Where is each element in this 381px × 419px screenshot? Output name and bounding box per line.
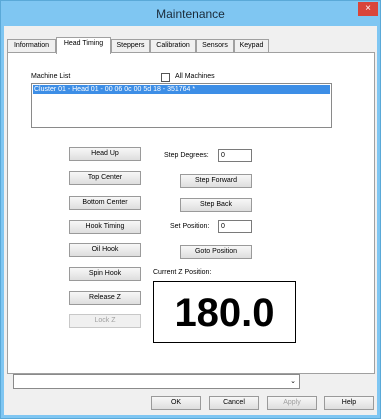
current-z-position-value: 180.0 <box>174 291 275 335</box>
all-machines-label: All Machines <box>175 73 215 80</box>
step-forward-button[interactable]: Step Forward <box>180 174 252 188</box>
cancel-button[interactable]: Cancel <box>209 396 259 410</box>
set-position-label: Set Position: <box>170 223 210 230</box>
machine-select-dropdown[interactable]: ⌄ <box>13 374 300 389</box>
maintenance-window: Maintenance × Information Head Timing St… <box>0 0 381 419</box>
dialog-client-area: Information Head Timing Steppers Calibra… <box>4 26 377 415</box>
all-machines-checkbox[interactable] <box>161 73 170 82</box>
current-z-position-display: 180.0 <box>153 281 296 343</box>
tab-steppers[interactable]: Steppers <box>111 39 150 53</box>
step-degrees-label: Step Degrees: <box>164 152 209 159</box>
ok-button[interactable]: OK <box>151 396 201 410</box>
lock-z-button[interactable]: Lock Z <box>69 314 141 328</box>
step-back-button[interactable]: Step Back <box>180 198 252 212</box>
top-center-button[interactable]: Top Center <box>69 171 141 185</box>
close-button[interactable]: × <box>358 2 378 16</box>
machine-list-label: Machine List <box>31 73 71 80</box>
oil-hook-button[interactable]: Oil Hook <box>69 243 141 257</box>
step-degrees-input[interactable]: 0 <box>218 149 252 162</box>
goto-position-button[interactable]: Goto Position <box>180 245 252 259</box>
tab-keypad[interactable]: Keypad <box>234 39 269 53</box>
current-z-position-label: Current Z Position: <box>153 269 212 276</box>
release-z-button[interactable]: Release Z <box>69 291 141 305</box>
bottom-center-button[interactable]: Bottom Center <box>69 196 141 210</box>
window-title: Maintenance <box>156 7 225 21</box>
tab-information[interactable]: Information <box>7 39 56 53</box>
tab-head-timing[interactable]: Head Timing <box>56 37 111 54</box>
apply-button[interactable]: Apply <box>267 396 317 410</box>
head-timing-panel: Machine List All Machines Cluster 01 - H… <box>7 52 375 389</box>
head-up-button[interactable]: Head Up <box>69 147 141 161</box>
chevron-down-icon[interactable]: ⌄ <box>290 377 296 385</box>
spin-hook-button[interactable]: Spin Hook <box>69 267 141 281</box>
hook-timing-button[interactable]: Hook Timing <box>69 220 141 234</box>
close-icon: × <box>365 3 371 14</box>
tab-calibration[interactable]: Calibration <box>150 39 196 53</box>
help-button[interactable]: Help <box>324 396 374 410</box>
machine-list[interactable]: Cluster 01 - Head 01 - 00 06 0c 00 5d 18… <box>31 83 332 128</box>
list-item[interactable]: Cluster 01 - Head 01 - 00 06 0c 00 5d 18… <box>33 85 330 94</box>
set-position-input[interactable]: 0 <box>218 220 252 233</box>
tab-sensors[interactable]: Sensors <box>196 39 234 53</box>
title-bar[interactable]: Maintenance × <box>1 1 380 26</box>
